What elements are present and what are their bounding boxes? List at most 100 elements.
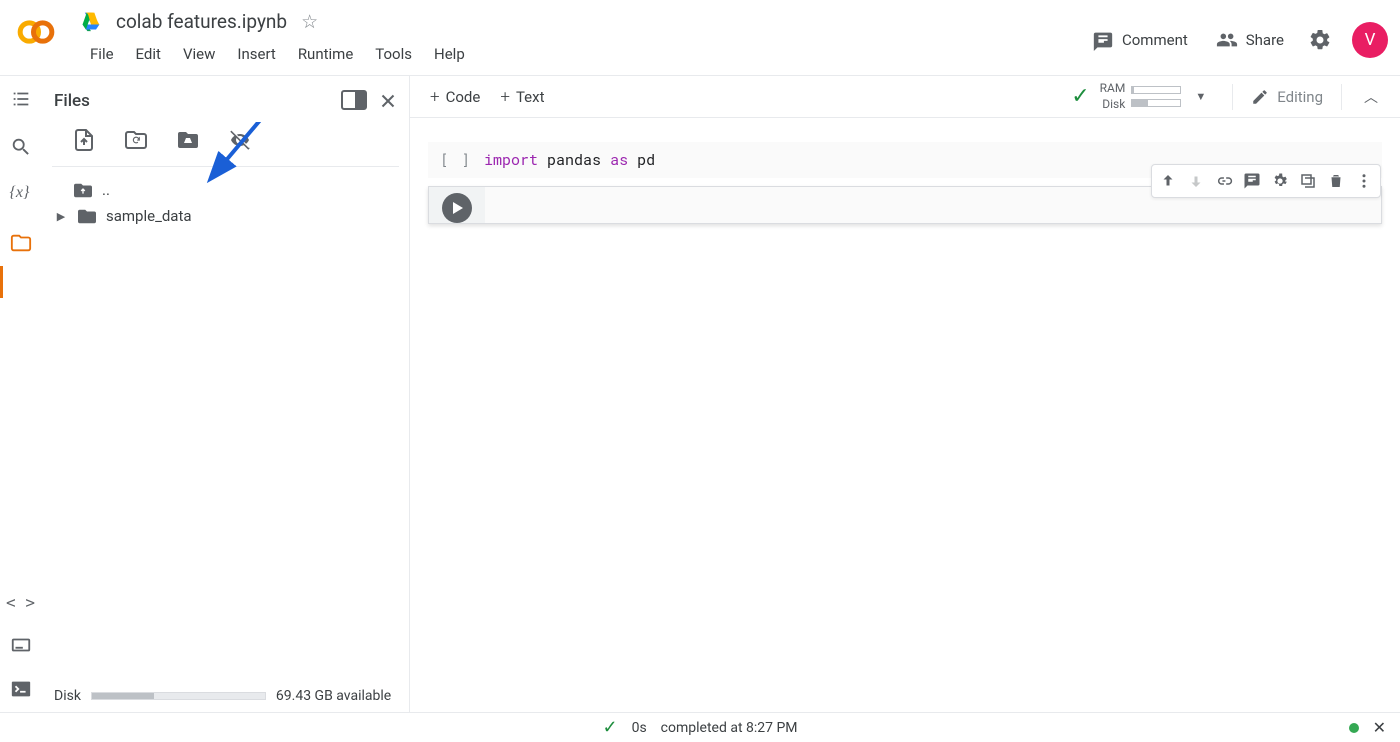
files-header: Files bbox=[42, 76, 409, 122]
resource-indicator[interactable]: ✓ RAM Disk ▼ bbox=[1071, 81, 1222, 112]
tree-sample-data-row[interactable]: ▶ sample_data bbox=[54, 203, 397, 229]
google-drive-icon[interactable] bbox=[80, 11, 102, 33]
status-close-icon[interactable]: ✕ bbox=[1373, 718, 1386, 737]
left-rail: {x} < > bbox=[0, 76, 42, 712]
notebook-toolbar: +Code +Text ✓ RAM Disk ▼ Editing ︿ bbox=[410, 76, 1400, 118]
move-down-icon[interactable] bbox=[1182, 167, 1210, 195]
comment-button[interactable]: Comment bbox=[1088, 23, 1192, 57]
code-module: pandas bbox=[547, 150, 601, 170]
mount-drive-icon[interactable] bbox=[176, 128, 200, 152]
folder-up-icon bbox=[72, 181, 94, 199]
menu-tools[interactable]: Tools bbox=[365, 39, 422, 69]
play-icon bbox=[453, 202, 463, 214]
resource-dropdown-icon[interactable]: ▼ bbox=[1187, 90, 1214, 103]
colab-logo-icon[interactable] bbox=[16, 12, 56, 52]
tree-sample-label: sample_data bbox=[106, 207, 192, 225]
disk-label: Disk bbox=[54, 688, 81, 704]
comment-label: Comment bbox=[1122, 31, 1188, 49]
disk-bar-tb bbox=[1131, 99, 1181, 107]
disk-label-tb: Disk bbox=[1100, 97, 1126, 113]
divider-2 bbox=[1341, 84, 1342, 110]
user-avatar[interactable]: V bbox=[1352, 22, 1388, 58]
main-area: +Code +Text ✓ RAM Disk ▼ Editing ︿ [ ] bbox=[410, 76, 1400, 712]
notebook-body: [ ] import pandas as pd bbox=[410, 118, 1400, 712]
tree-parent-row[interactable]: .. bbox=[54, 177, 397, 203]
menu-file[interactable]: File bbox=[80, 39, 124, 69]
menu-view[interactable]: View bbox=[173, 39, 225, 69]
share-button[interactable]: Share bbox=[1212, 23, 1288, 57]
files-panel: Files .. ▶ sample_data Disk 69.43 GB ava… bbox=[42, 76, 410, 712]
avatar-initial: V bbox=[1365, 30, 1376, 50]
add-code-label: Code bbox=[446, 88, 481, 106]
ram-label: RAM bbox=[1100, 81, 1126, 97]
folder-icon[interactable] bbox=[10, 232, 32, 254]
statusbar: ✓ 0s completed at 8:27 PM ✕ bbox=[0, 712, 1400, 742]
cell-gutter-2[interactable] bbox=[429, 187, 485, 223]
add-text-button[interactable]: +Text bbox=[490, 83, 554, 111]
star-icon[interactable]: ☆ bbox=[301, 10, 318, 33]
hide-hidden-icon[interactable] bbox=[228, 128, 252, 152]
settings-gear-icon[interactable] bbox=[1308, 28, 1332, 52]
file-tree: .. ▶ sample_data bbox=[42, 167, 409, 239]
tree-parent-label: .. bbox=[102, 181, 110, 199]
cell-toolbar bbox=[1151, 164, 1381, 198]
new-window-icon[interactable] bbox=[341, 90, 367, 112]
add-code-button[interactable]: +Code bbox=[420, 83, 490, 111]
code-snippets-icon[interactable]: < > bbox=[6, 593, 35, 612]
check-icon: ✓ bbox=[1071, 84, 1089, 109]
cell-gutter[interactable]: [ ] bbox=[428, 142, 484, 178]
menubar: File Edit View Insert Runtime Tools Help bbox=[80, 39, 1088, 69]
files-toolbar bbox=[52, 122, 399, 167]
rail-bottom: < > bbox=[6, 593, 35, 700]
menu-insert[interactable]: Insert bbox=[227, 39, 285, 69]
cell-settings-icon[interactable] bbox=[1266, 167, 1294, 195]
header-right: Comment Share V bbox=[1088, 22, 1388, 58]
exec-duration: 0s bbox=[632, 720, 647, 736]
completed-text: completed at 8:27 PM bbox=[661, 720, 798, 736]
folder-closed-icon bbox=[76, 207, 98, 225]
title-row: colab features.ipynb ☆ bbox=[80, 10, 1088, 33]
menu-edit[interactable]: Edit bbox=[126, 39, 171, 69]
cell-more-icon[interactable] bbox=[1350, 167, 1378, 195]
collapse-toolbar-icon[interactable]: ︿ bbox=[1352, 81, 1390, 113]
link-icon[interactable] bbox=[1210, 167, 1238, 195]
header-center: colab features.ipynb ☆ File Edit View In… bbox=[80, 6, 1088, 69]
disk-usage-bar bbox=[91, 692, 266, 700]
execution-count-empty: [ ] bbox=[440, 150, 471, 169]
code-keyword: import bbox=[484, 150, 538, 170]
terminal-icon[interactable] bbox=[10, 678, 32, 700]
move-up-icon[interactable] bbox=[1154, 167, 1182, 195]
code-as: as bbox=[610, 150, 628, 170]
add-text-label: Text bbox=[516, 88, 545, 106]
editing-mode-button[interactable]: Editing bbox=[1243, 84, 1331, 110]
share-label: Share bbox=[1246, 31, 1284, 49]
kernel-status-dot-icon bbox=[1349, 723, 1359, 733]
delete-cell-icon[interactable] bbox=[1322, 167, 1350, 195]
comment-cell-icon[interactable] bbox=[1238, 167, 1266, 195]
mirror-cell-icon[interactable] bbox=[1294, 167, 1322, 195]
toc-icon[interactable] bbox=[10, 88, 32, 110]
rail-active-indicator bbox=[0, 266, 3, 298]
command-palette-icon[interactable] bbox=[10, 634, 32, 656]
tree-caret-icon[interactable]: ▶ bbox=[54, 210, 68, 223]
editing-label: Editing bbox=[1277, 88, 1323, 106]
run-cell-button[interactable] bbox=[442, 193, 472, 223]
close-panel-icon[interactable] bbox=[375, 90, 401, 112]
disk-available: 69.43 GB available bbox=[276, 688, 391, 704]
search-icon[interactable] bbox=[10, 136, 32, 158]
status-check-icon: ✓ bbox=[602, 717, 617, 738]
header: colab features.ipynb ☆ File Edit View In… bbox=[0, 0, 1400, 76]
code-alias: pd bbox=[637, 150, 655, 170]
variables-icon[interactable]: {x} bbox=[10, 184, 32, 206]
refresh-folder-icon[interactable] bbox=[124, 128, 148, 152]
ram-bar bbox=[1131, 86, 1181, 94]
document-title[interactable]: colab features.ipynb bbox=[116, 10, 287, 33]
files-footer: Disk 69.43 GB available bbox=[42, 680, 409, 712]
menu-help[interactable]: Help bbox=[424, 39, 475, 69]
code-cell-2[interactable] bbox=[428, 186, 1382, 224]
pencil-icon bbox=[1251, 88, 1269, 106]
menu-runtime[interactable]: Runtime bbox=[288, 39, 363, 69]
upload-file-icon[interactable] bbox=[72, 128, 96, 152]
divider bbox=[1232, 84, 1233, 110]
files-title: Files bbox=[54, 91, 341, 111]
